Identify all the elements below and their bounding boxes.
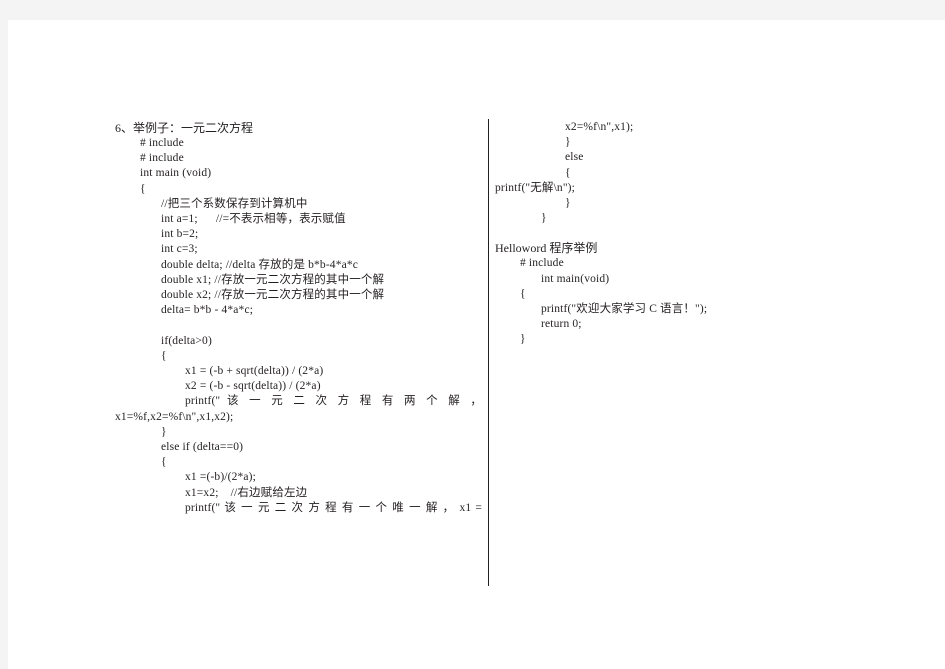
code-line: int a=1; //=不表示相等，表示赋值 [161, 213, 346, 226]
code-line: else if (delta==0) [161, 441, 244, 454]
code-line: printf("欢迎大家学习 C 语言！"); [541, 303, 708, 316]
code-line: { [520, 287, 526, 300]
code-line: //把三个系数保存到计算机中 [161, 197, 308, 210]
right-column-spacer [495, 226, 855, 240]
code-line: x1=%f,x2=%f\n",x1,x2); [115, 410, 234, 423]
right-code-block-top: x2=%f\n",x1);} else { printf("无解\n");}} [495, 120, 855, 226]
code-line: } [565, 197, 571, 210]
helloword-code-block: # include int main(void) { printf("欢迎大家学习 C… [495, 256, 855, 347]
code-line: # include [140, 137, 184, 149]
code-line: x1=x2; //右边赋给左边 [185, 486, 308, 499]
right-text-column: x2=%f\n",x1);} else { printf("无解\n");}} Hel… [495, 120, 855, 348]
code-line: x2=%f\n",x1); [565, 121, 634, 133]
code-line: # include [140, 152, 184, 165]
code-line: int main(void) [541, 272, 610, 285]
code-line: x2 = (-b - sqrt(delta)) / (2*a) [185, 380, 321, 393]
code-line: delta= b*b - 4*a*c; [161, 304, 254, 317]
code-line: double x2; //存放一元二次方程的其中一个解 [161, 289, 385, 302]
code-line: printf(" 该 一 元 二 次 方 程 有 两 个 解 ， [185, 395, 482, 408]
code-line: int b=2; [161, 228, 199, 241]
left-text-column: 6、举例子：一元二次方程 # include # include int main … [115, 120, 482, 516]
helloword-heading: Helloword 程序举例 [495, 241, 598, 256]
code-line: { [161, 349, 167, 362]
code-line: x1 =(-b)/(2*a); [185, 471, 257, 484]
code-line: # include [520, 257, 564, 270]
code-line: return 0; [541, 318, 582, 331]
code-line: } [520, 333, 526, 346]
code-line: double x1; //存放一元二次方程的其中一个解 [161, 273, 385, 286]
code-line: printf(" 该 一 元 二 次 方 程 有 一 个 唯 一 解 ， x1 … [185, 501, 482, 514]
code-line: int c=3; [161, 243, 198, 256]
code-line: x1 = (-b + sqrt(delta)) / (2*a) [185, 365, 324, 378]
code-line: } [565, 136, 571, 149]
code-line: } [541, 212, 547, 225]
left-code-block: # include # include int main (void) { //把三个系… [115, 136, 482, 516]
code-line: { [565, 166, 571, 179]
code-line: int main (void) [140, 167, 212, 180]
left-column-heading: 6、举例子：一元二次方程 [115, 121, 254, 135]
document-page: 6、举例子：一元二次方程 # include # include int main … [8, 20, 945, 669]
code-line: if(delta>0) [161, 334, 212, 347]
column-divider-line [488, 119, 489, 586]
code-line: { [161, 456, 167, 469]
code-line: } [161, 425, 167, 438]
code-line: printf("无解\n"); [495, 181, 575, 194]
code-line: double delta; //delta 存放的是 b*b-4*a*c [161, 258, 359, 271]
code-line: { [140, 182, 146, 195]
code-line: else [565, 151, 584, 164]
